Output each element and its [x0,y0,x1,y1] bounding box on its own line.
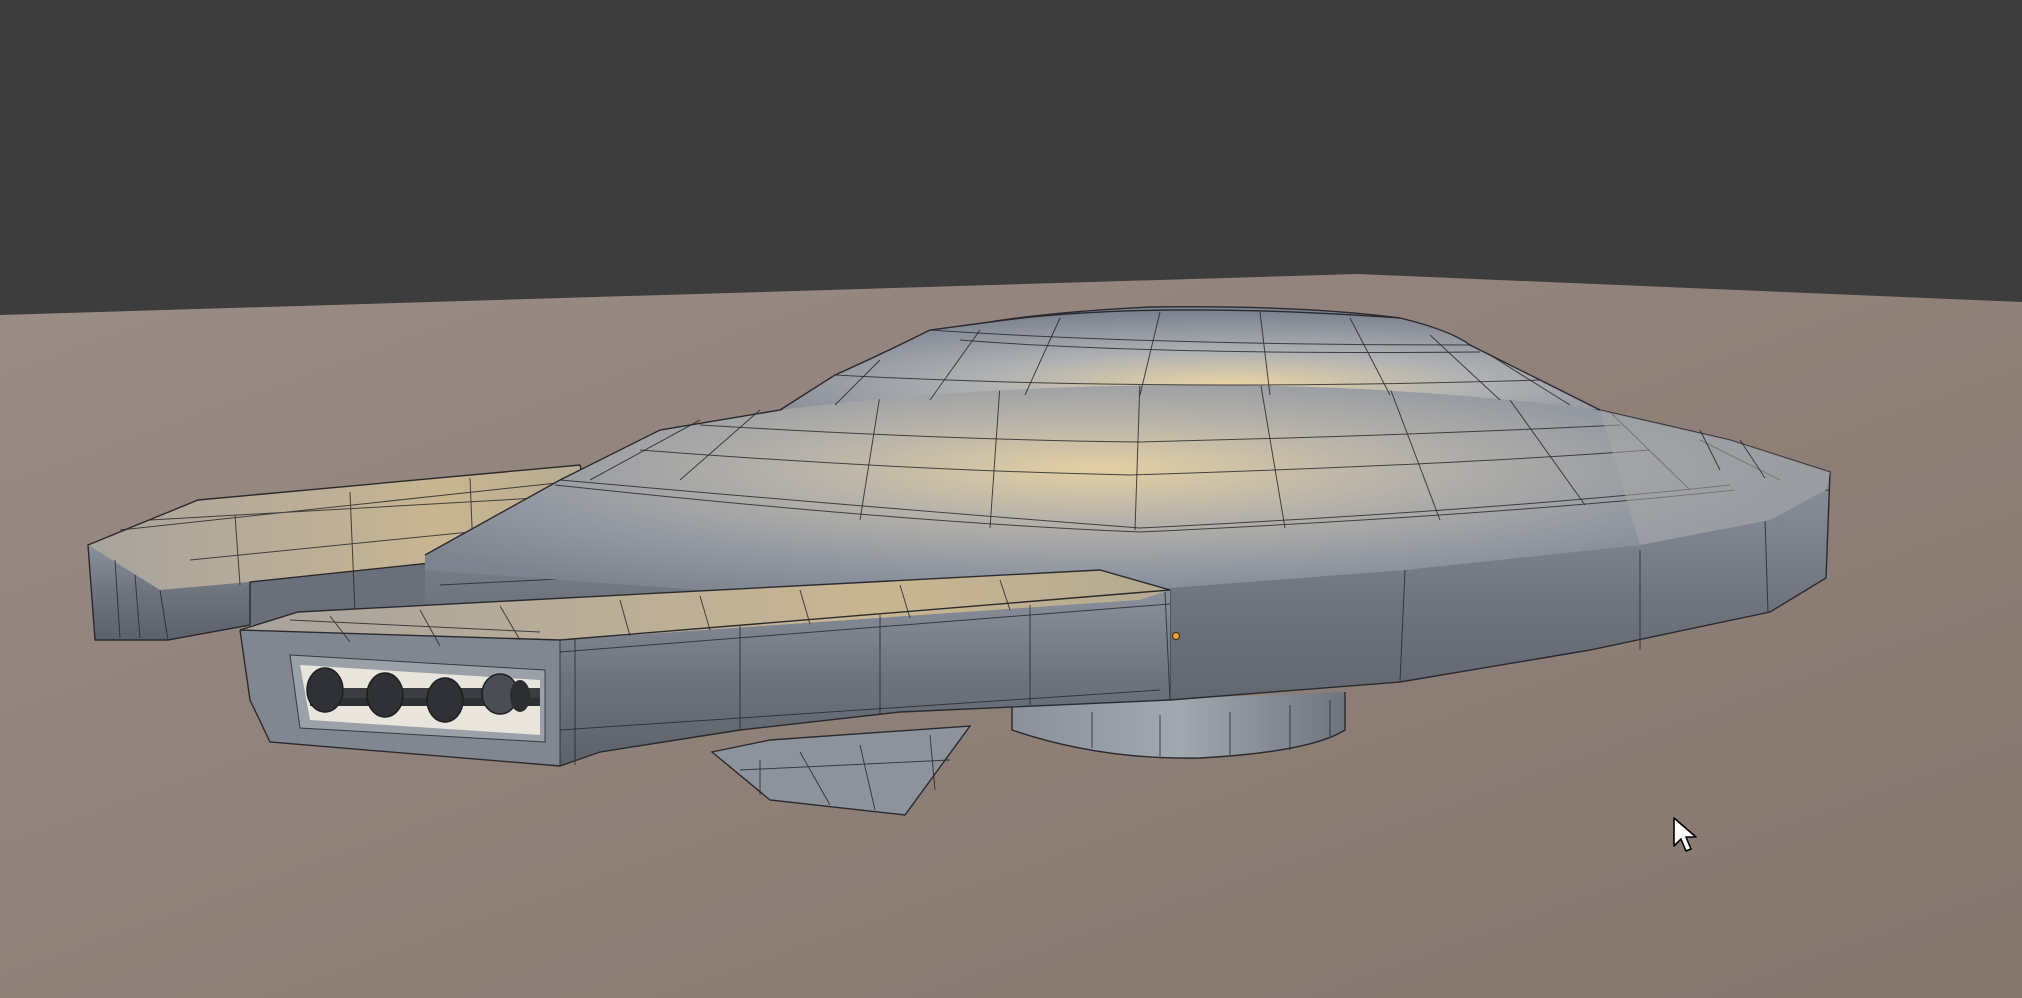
object-origin-dot [1172,632,1180,640]
3d-viewport[interactable] [0,0,2022,998]
viewport-canvas[interactable] [0,0,2022,998]
